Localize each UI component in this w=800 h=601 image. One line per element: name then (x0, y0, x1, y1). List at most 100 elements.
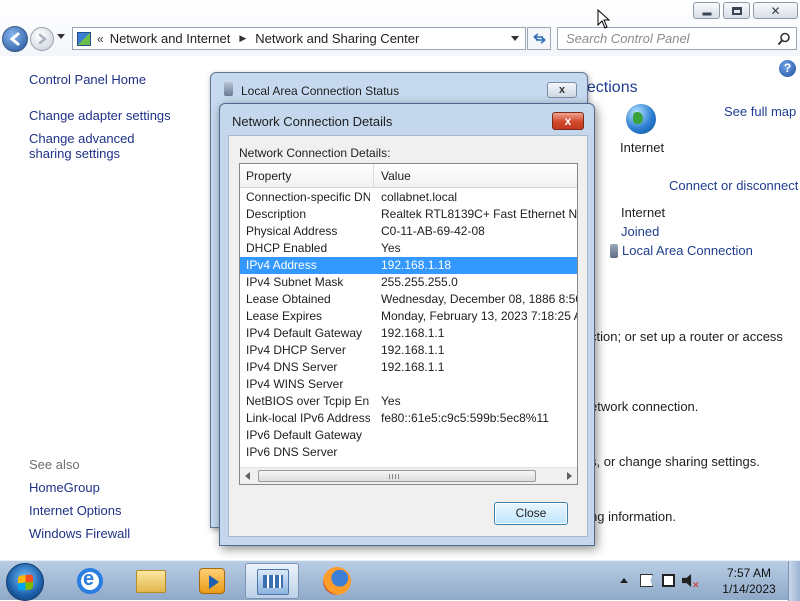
scroll-left-arrow-icon[interactable] (245, 472, 250, 480)
system-tray: ✕ 7:57 AM 1/14/2023 (610, 561, 800, 601)
row-property: DHCP Enabled (246, 241, 328, 255)
close-button[interactable]: Close (494, 502, 568, 525)
internet-options-link[interactable]: Internet Options (29, 503, 122, 518)
refresh-button[interactable] (527, 27, 551, 50)
table-row[interactable]: Link-local IPv6 Address fe80::61e5:c9c5:5… (240, 410, 577, 427)
table-row[interactable]: Connection-specific DN... collabnet.local (240, 189, 577, 206)
back-button[interactable] (2, 26, 28, 52)
breadcrumb-chevron-icon[interactable]: ▶ (239, 33, 246, 44)
help-icon[interactable]: ? (779, 60, 796, 77)
table-row[interactable]: IPv4 WINS Server (240, 376, 577, 393)
arrow-right-icon (38, 33, 48, 45)
forward-button[interactable] (30, 27, 54, 51)
change-adapter-settings-link[interactable]: Change adapter settings (29, 108, 171, 123)
search-icon[interactable] (777, 32, 791, 46)
row-value: 192.168.1.1 (381, 326, 445, 340)
windows-firewall-link[interactable]: Windows Firewall (29, 526, 130, 541)
row-value: fe80::61e5:c9c5:599b:5ec8%11 (381, 411, 549, 425)
table-row[interactable]: IPv6 DNS Server (240, 444, 577, 461)
taskbar-internet-explorer[interactable] (63, 563, 117, 599)
clock[interactable]: 7:57 AM 1/14/2023 (708, 565, 790, 597)
maximize-button[interactable] (723, 2, 750, 19)
network-tray-icon[interactable] (662, 574, 675, 587)
row-property: IPv4 Default Gateway (246, 326, 363, 340)
taskbar-control-panel[interactable] (245, 563, 299, 599)
row-property: IPv4 DHCP Server (246, 343, 346, 357)
taskbar-media-player[interactable] (185, 563, 239, 599)
row-property: IPv4 Address (246, 258, 317, 272)
control-panel-home-link[interactable]: Control Panel Home (29, 72, 146, 87)
table-row[interactable]: DHCP Enabled Yes (240, 240, 577, 257)
internet-label: Internet (620, 140, 665, 155)
table-row[interactable]: Lease Obtained Wednesday, December 08, 18… (240, 291, 577, 308)
connect-network-text: etwork connection. (590, 399, 699, 414)
column-header-property[interactable]: Property (240, 164, 374, 188)
refresh-icon (533, 33, 546, 44)
table-row[interactable]: IPv4 DHCP Server 192.168.1.1 (240, 342, 577, 359)
taskbar-firefox[interactable] (310, 563, 364, 599)
table-row[interactable]: IPv4 Address 192.168.1.18 (240, 257, 577, 274)
change-advanced-sharing-link[interactable]: Change advanced sharing settings (29, 131, 179, 161)
taskbar-windows-explorer[interactable] (124, 563, 178, 599)
clock-time: 7:57 AM (726, 566, 772, 580)
taskbar: ✕ 7:57 AM 1/14/2023 (0, 560, 800, 601)
maximize-icon (731, 6, 742, 15)
breadcrumb-overflow[interactable]: « (97, 32, 104, 46)
scroll-right-arrow-icon[interactable] (567, 472, 572, 480)
table-row[interactable]: Lease Expires Monday, February 13, 2023 7… (240, 308, 577, 325)
control-panel-icon (257, 569, 289, 595)
recent-pages-dropdown[interactable] (57, 34, 65, 39)
row-value: Monday, February 13, 2023 7:18:25 AM (381, 309, 577, 323)
network-adapter-icon (610, 244, 618, 258)
details-dialog-title: Network Connection Details (232, 114, 393, 129)
homegroup-link[interactable]: HomeGroup (29, 480, 100, 495)
row-value: C0-11-AB-69-42-08 (381, 224, 485, 238)
address-bar[interactable]: « Network and Internet ▶ Network and Sha… (72, 27, 526, 50)
close-window-button[interactable]: ✕ (753, 2, 798, 19)
horizontal-scrollbar[interactable] (240, 467, 577, 484)
connect-or-disconnect-link[interactable]: Connect or disconnect (669, 178, 798, 193)
sharing-settings-text: s, or change sharing settings. (590, 454, 760, 469)
search-input[interactable]: Search Control Panel (557, 27, 797, 50)
mouse-cursor-icon (597, 9, 611, 29)
table-row[interactable]: IPv6 Default Gateway (240, 427, 577, 444)
table-row[interactable]: Description Realtek RTL8139C+ Fast Ethern… (240, 206, 577, 223)
table-row[interactable]: NetBIOS over Tcpip En... Yes (240, 393, 577, 410)
minimize-button[interactable] (693, 2, 720, 19)
clock-date: 1/14/2023 (722, 582, 776, 596)
network-connection-details-dialog: Network Connection Details x Network Con… (219, 103, 595, 546)
details-dialog-close-button[interactable]: x (552, 112, 584, 130)
row-value: Realtek RTL8139C+ Fast Ethernet NIC (381, 207, 577, 221)
homegroup-joined-link[interactable]: Joined (621, 224, 659, 239)
breadcrumb-network-and-internet[interactable]: Network and Internet (110, 31, 231, 46)
row-property: IPv4 DNS Server (246, 360, 338, 374)
action-center-flag-icon[interactable] (640, 574, 653, 587)
table-row[interactable]: IPv4 DNS Server 192.168.1.1 (240, 359, 577, 376)
explorer-titlebar: ✕ « Network and Internet ▶ Network and S… (0, 0, 800, 56)
see-also-heading: See also (29, 457, 80, 472)
scrollbar-thumb[interactable] (258, 470, 536, 482)
show-desktop-button[interactable] (788, 561, 800, 601)
arrow-left-icon (9, 32, 20, 46)
status-dialog-close-button[interactable]: x (547, 82, 577, 98)
local-area-connection-link[interactable]: Local Area Connection (622, 243, 753, 258)
internet-globe-icon[interactable] (626, 104, 656, 134)
table-row[interactable]: IPv4 Subnet Mask 255.255.255.0 (240, 274, 577, 291)
breadcrumb-network-sharing-center[interactable]: Network and Sharing Center (255, 31, 419, 46)
see-full-map-link[interactable]: See full map (724, 104, 796, 119)
table-row[interactable]: Physical Address C0-11-AB-69-42-08 (240, 223, 577, 240)
table-row[interactable]: IPv4 Default Gateway 192.168.1.1 (240, 325, 577, 342)
row-property: Physical Address (246, 224, 338, 238)
start-button[interactable] (6, 563, 44, 601)
column-header-value[interactable]: Value (375, 164, 577, 188)
volume-muted-icon: ✕ (692, 580, 700, 590)
address-dropdown-icon[interactable] (511, 36, 519, 41)
listview-header: Property Value (240, 164, 577, 188)
details-listview[interactable]: Property Value Connection-specific DN...… (239, 163, 578, 485)
setup-connection-text: ction; or set up a router or access (590, 329, 783, 344)
row-property: IPv4 Subnet Mask (246, 275, 344, 289)
listview-rows: Connection-specific DN... collabnet.local… (240, 189, 577, 461)
row-value: Yes (381, 241, 401, 255)
search-placeholder: Search Control Panel (566, 31, 690, 46)
show-hidden-icons-icon[interactable] (620, 578, 628, 583)
